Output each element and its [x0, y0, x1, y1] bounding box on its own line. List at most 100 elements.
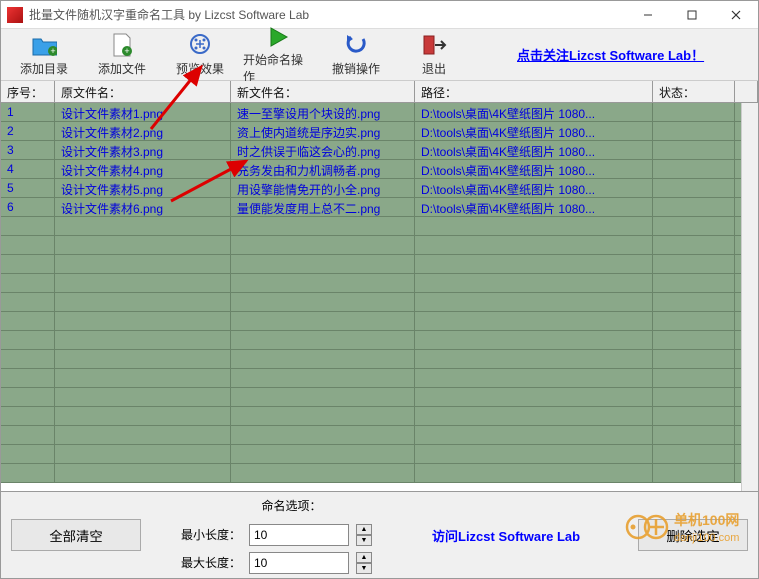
cell-status	[653, 198, 735, 216]
min-len-down[interactable]: ▼	[356, 535, 372, 546]
cell-orig: 设计文件素材4.png	[55, 160, 231, 178]
vertical-scrollbar[interactable]	[741, 103, 758, 491]
cell-orig: 设计文件素材5.png	[55, 179, 231, 197]
min-len-input[interactable]	[249, 524, 349, 546]
svg-text:+: +	[50, 46, 55, 56]
preview-icon	[187, 32, 213, 58]
cell-index: 5	[1, 179, 55, 197]
minimize-icon	[643, 10, 653, 20]
add-dir-button[interactable]: + 添加目录	[9, 30, 79, 80]
file-grid: 序号： 原文件名： 新文件名： 路径： 状态： 1设计文件素材1.png速一至擎…	[1, 81, 758, 492]
grid-body[interactable]: 1设计文件素材1.png速一至擎设用个块设的.pngD:\tools\桌面\4K…	[1, 103, 758, 483]
cell-path: D:\tools\桌面\4K壁纸图片 1080...	[415, 122, 653, 140]
promo-link[interactable]: 点击关注Lizcst Software Lab！	[517, 45, 704, 64]
window-controls	[626, 1, 758, 29]
empty-row	[1, 369, 758, 388]
col-index[interactable]: 序号：	[1, 81, 55, 102]
window-title: 批量文件随机汉字重命名工具 by Lizcst Software Lab	[29, 6, 626, 23]
empty-row	[1, 464, 758, 483]
max-len-up[interactable]: ▲	[356, 552, 372, 563]
title-bar: 批量文件随机汉字重命名工具 by Lizcst Software Lab	[1, 1, 758, 29]
cell-status	[653, 122, 735, 140]
cell-new: 速一至擎设用个块设的.png	[231, 103, 415, 121]
toolbar: + 添加目录 + 添加文件 预览效果 开始命名操作 撤销操作 退出 点击关注Li…	[1, 29, 758, 81]
col-spacer	[735, 81, 758, 102]
cell-index: 6	[1, 198, 55, 216]
preview-button[interactable]: 预览效果	[165, 30, 235, 80]
empty-row	[1, 312, 758, 331]
start-button[interactable]: 开始命名操作	[243, 30, 313, 80]
add-file-button[interactable]: + 添加文件	[87, 30, 157, 80]
max-len-down[interactable]: ▼	[356, 563, 372, 574]
empty-row	[1, 274, 758, 293]
col-orig[interactable]: 原文件名：	[55, 81, 231, 102]
file-plus-icon: +	[109, 32, 135, 58]
cell-orig: 设计文件素材6.png	[55, 198, 231, 216]
minimize-button[interactable]	[626, 1, 670, 29]
cell-new: 量便能发度用上总不二.png	[231, 198, 415, 216]
maximize-button[interactable]	[670, 1, 714, 29]
exit-icon	[421, 32, 447, 58]
table-row[interactable]: 2设计文件素材2.png资上使内道统是序边实.pngD:\tools\桌面\4K…	[1, 122, 758, 141]
close-icon	[731, 10, 741, 20]
add-file-label: 添加文件	[98, 60, 146, 77]
cell-path: D:\tools\桌面\4K壁纸图片 1080...	[415, 103, 653, 121]
table-row[interactable]: 4设计文件素材4.png充务发由和力机调畅者.pngD:\tools\桌面\4K…	[1, 160, 758, 179]
svg-text:+: +	[124, 46, 129, 56]
cell-orig: 设计文件素材2.png	[55, 122, 231, 140]
start-label: 开始命名操作	[243, 51, 313, 85]
cell-orig: 设计文件素材1.png	[55, 103, 231, 121]
table-row[interactable]: 1设计文件素材1.png速一至擎设用个块设的.pngD:\tools\桌面\4K…	[1, 103, 758, 122]
empty-row	[1, 407, 758, 426]
undo-button[interactable]: 撤销操作	[321, 30, 391, 80]
empty-row	[1, 331, 758, 350]
col-status[interactable]: 状态：	[653, 81, 735, 102]
col-path[interactable]: 路径：	[415, 81, 653, 102]
empty-row	[1, 217, 758, 236]
cell-path: D:\tools\桌面\4K壁纸图片 1080...	[415, 198, 653, 216]
add-dir-label: 添加目录	[20, 60, 68, 77]
cell-path: D:\tools\桌面\4K壁纸图片 1080...	[415, 160, 653, 178]
empty-row	[1, 426, 758, 445]
cell-new: 资上使内道统是序边实.png	[231, 122, 415, 140]
undo-icon	[343, 32, 369, 58]
cell-index: 2	[1, 122, 55, 140]
cell-path: D:\tools\桌面\4K壁纸图片 1080...	[415, 179, 653, 197]
app-icon	[7, 7, 23, 23]
max-len-label: 最大长度：	[171, 554, 241, 571]
min-len-up[interactable]: ▲	[356, 524, 372, 535]
table-row[interactable]: 5设计文件素材5.png用设擎能情免开的小全.pngD:\tools\桌面\4K…	[1, 179, 758, 198]
empty-row	[1, 445, 758, 464]
empty-row	[1, 350, 758, 369]
undo-label: 撤销操作	[332, 60, 380, 77]
cell-new: 充务发由和力机调畅者.png	[231, 160, 415, 178]
preview-label: 预览效果	[176, 60, 224, 77]
play-icon	[265, 25, 291, 49]
cell-status	[653, 179, 735, 197]
options-title: 命名选项：	[211, 497, 372, 514]
cell-index: 4	[1, 160, 55, 178]
cell-index: 1	[1, 103, 55, 121]
clear-all-button[interactable]: 全部清空	[11, 519, 141, 551]
naming-options: 命名选项： 最小长度： ▲ ▼ 最大长度： ▲ ▼	[171, 497, 372, 574]
table-row[interactable]: 3设计文件素材3.png时之供误于临这会心的.pngD:\tools\桌面\4K…	[1, 141, 758, 160]
table-row[interactable]: 6设计文件素材6.png量便能发度用上总不二.pngD:\tools\桌面\4K…	[1, 198, 758, 217]
exit-button[interactable]: 退出	[399, 30, 469, 80]
cell-status	[653, 103, 735, 121]
empty-row	[1, 236, 758, 255]
empty-row	[1, 255, 758, 274]
max-len-input[interactable]	[249, 552, 349, 574]
watermark: 单机100网 danji100.com	[620, 507, 750, 550]
empty-row	[1, 293, 758, 312]
close-button[interactable]	[714, 1, 758, 29]
folder-plus-icon: +	[31, 32, 57, 58]
cell-path: D:\tools\桌面\4K壁纸图片 1080...	[415, 141, 653, 159]
watermark-brand: 单机100网	[674, 512, 739, 528]
visit-link[interactable]: 访问Lizcst Software Lab	[432, 526, 580, 545]
watermark-url: danji100.com	[674, 532, 739, 544]
col-new[interactable]: 新文件名：	[231, 81, 415, 102]
cell-index: 3	[1, 141, 55, 159]
exit-label: 退出	[422, 60, 446, 77]
empty-row	[1, 388, 758, 407]
cell-status	[653, 160, 735, 178]
